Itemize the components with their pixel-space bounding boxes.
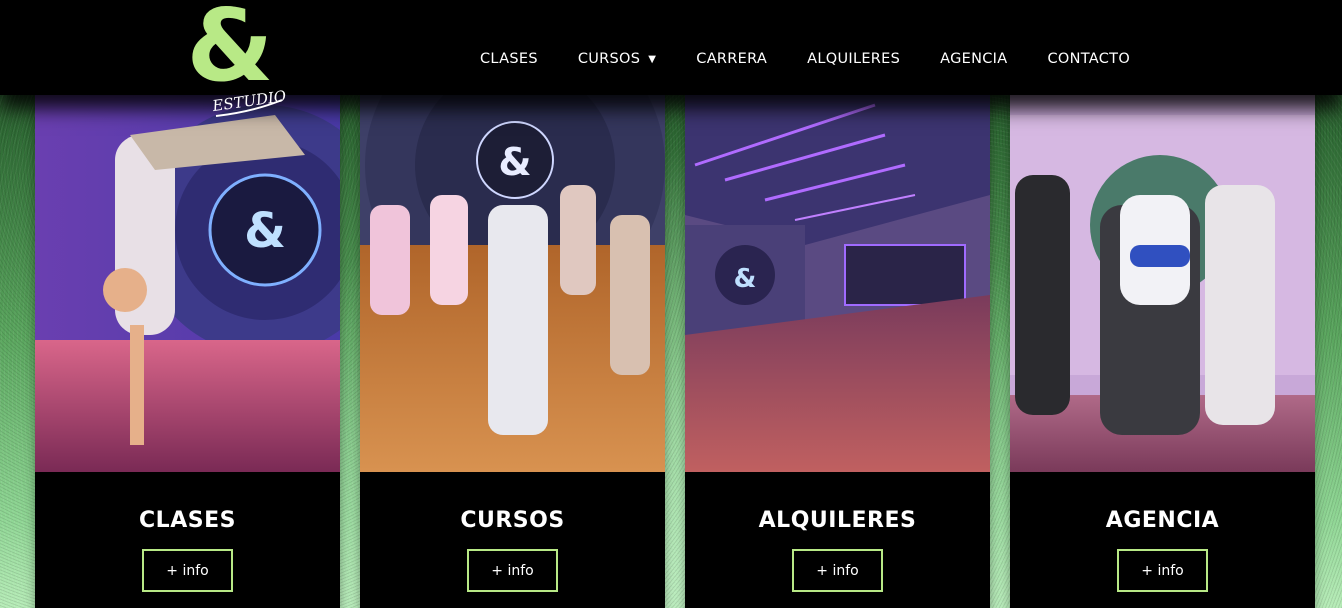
logo-symbol: & [186, 0, 273, 104]
card-agencia: AGENCIA + info [1010, 95, 1315, 608]
nav-item-cursos[interactable]: CURSOS ▼ [578, 51, 656, 67]
photo-studio-room: & [685, 95, 990, 472]
card-cursos: & CURSOS + info [360, 95, 665, 608]
nav-item-contacto[interactable]: CONTACTO [1047, 51, 1130, 67]
card-title: ALQUILERES [758, 508, 917, 533]
site-logo[interactable]: & ESTUDIO [182, 0, 292, 118]
nav-label: CURSOS [577, 51, 641, 67]
main-nav: CLASES CURSOS ▼ CARRERA ALQUILERES AGENC… [460, 0, 1150, 118]
nav-item-alquileres[interactable]: ALQUILERES [807, 51, 900, 67]
card-title: AGENCIA [1105, 508, 1220, 533]
photo-breakdancer: & [35, 95, 340, 472]
nav-item-clases[interactable]: CLASES [480, 51, 538, 67]
nav-item-agencia[interactable]: AGENCIA [940, 51, 1007, 67]
info-button-agencia[interactable]: + info [1117, 549, 1208, 592]
svg-text:&: & [734, 264, 757, 294]
nav-item-carrera[interactable]: CARRERA [696, 51, 767, 67]
card-title: CURSOS [460, 508, 565, 533]
nav-label: CLASES [480, 51, 538, 67]
info-button-alquileres[interactable]: + info [792, 549, 883, 592]
nav-label: ALQUILERES [807, 51, 901, 67]
nav-label: CARRERA [696, 51, 768, 67]
info-button-clases[interactable]: + info [142, 549, 233, 592]
card-clases: & CLASES + info [35, 95, 340, 608]
svg-text:&: & [498, 140, 531, 184]
photo-dancers-posing [1010, 95, 1315, 472]
feature-cards: & CLASES + info & CURSOS + info & ALQUIL… [35, 95, 1315, 608]
card-title: CLASES [139, 508, 236, 533]
info-button-cursos[interactable]: + info [467, 549, 558, 592]
nav-label: CONTACTO [1047, 51, 1131, 67]
photo-dance-group: & [360, 95, 665, 472]
svg-text:&: & [244, 203, 286, 259]
caret-down-icon: ▼ [648, 53, 657, 65]
card-alquileres: & ALQUILERES + info [685, 95, 990, 608]
nav-label: AGENCIA [940, 51, 1008, 67]
